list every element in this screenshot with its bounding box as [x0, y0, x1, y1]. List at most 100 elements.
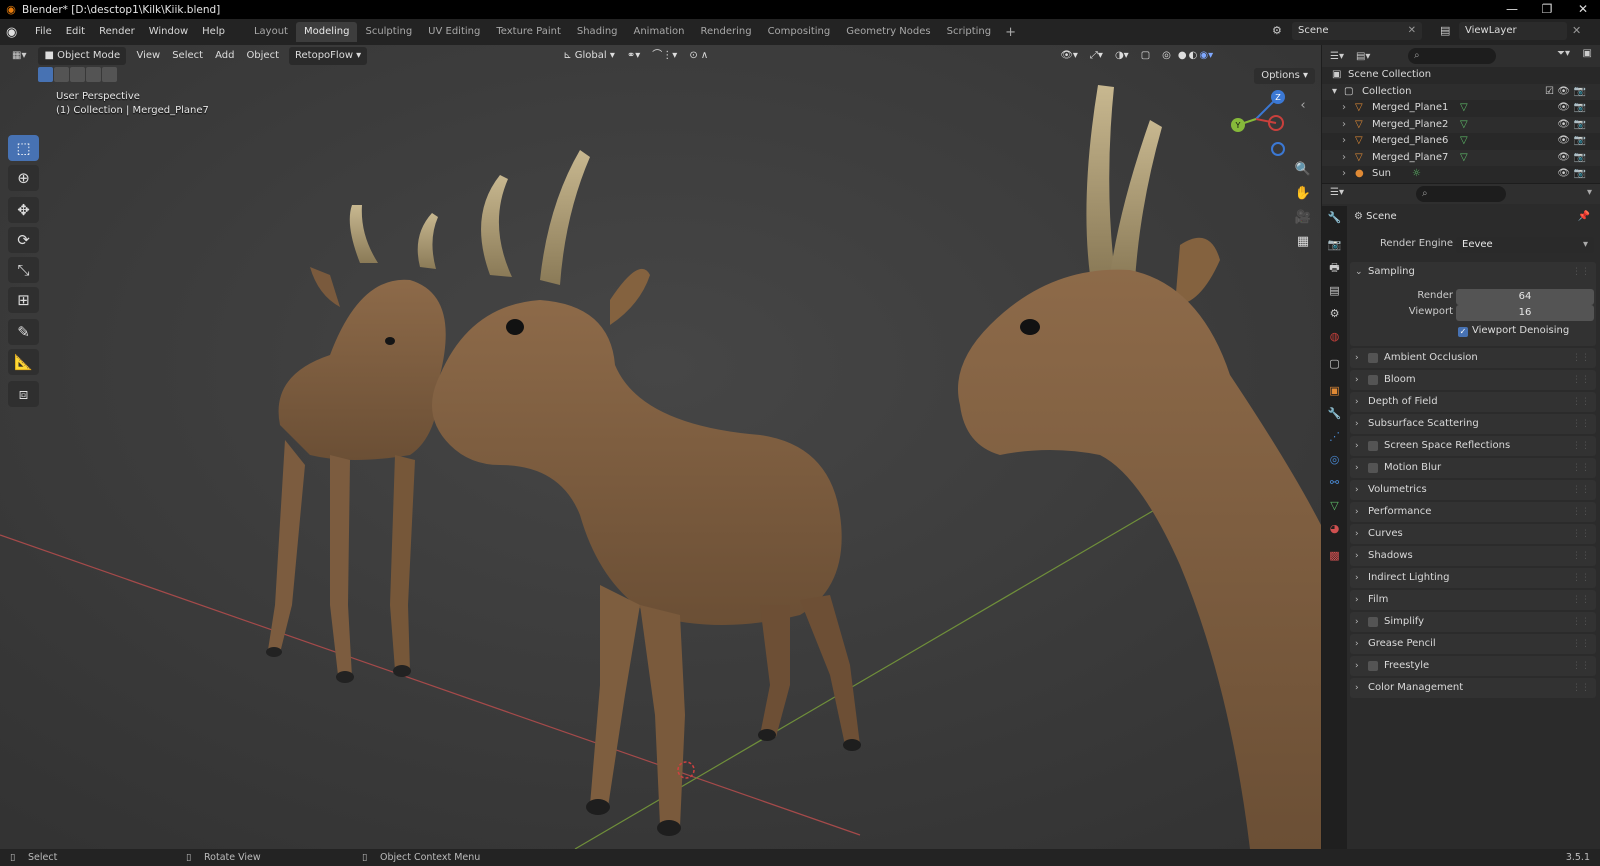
tab-shading[interactable]: Shading [569, 22, 626, 42]
panel-enable-checkbox[interactable] [1368, 441, 1378, 451]
tab-modeling[interactable]: Modeling [295, 22, 358, 42]
shading-wireframe-icon[interactable]: ◎ [1156, 47, 1177, 65]
outliner-editor-icon[interactable]: ☰▾ [1330, 51, 1344, 62]
exclude-checkbox-icon[interactable]: ☑ [1545, 84, 1554, 100]
panel-motion-blur[interactable]: › Motion Blur ⋮⋮ [1350, 458, 1596, 478]
tab-geometry-nodes[interactable]: Geometry Nodes [838, 22, 938, 42]
panel-grease-pencil[interactable]: › Grease Pencil ⋮⋮ [1350, 634, 1596, 654]
shading-rendered-icon[interactable]: ◉▾ [1198, 47, 1214, 65]
drag-grip-icon[interactable]: ⋮⋮ [1572, 634, 1590, 654]
constraints-tab-icon[interactable]: ⚯ [1322, 471, 1347, 494]
scene-tab-icon[interactable]: ⚙ [1322, 302, 1347, 325]
menu-window[interactable]: Window [142, 19, 195, 45]
drag-grip-icon[interactable]: ⋮⋮ [1572, 678, 1590, 698]
close-icon[interactable]: ✕ [1566, 0, 1600, 19]
display-mode-icon[interactable]: ▤▾ [1356, 51, 1370, 62]
zoom-icon[interactable]: 🔍 [1292, 159, 1314, 181]
scene-selector-icon[interactable]: ⚙ [1272, 24, 1282, 37]
visibility-icon[interactable]: 👁▾ [1054, 47, 1084, 65]
select-difference-icon[interactable] [86, 67, 101, 82]
modifier-tab-icon[interactable]: 🔧 [1322, 402, 1347, 425]
render-camera-icon[interactable]: 📷 [1574, 84, 1586, 100]
options-button[interactable]: Options ▾ [1254, 68, 1315, 84]
material-tab-icon[interactable]: ◕ [1322, 517, 1347, 540]
panel-enable-checkbox[interactable] [1368, 463, 1378, 473]
panel-enable-checkbox[interactable] [1368, 375, 1378, 385]
expand-chevron-icon[interactable]: › [1342, 166, 1346, 182]
data-tab-icon[interactable]: ▽ [1322, 494, 1347, 517]
panel-subsurface-scattering[interactable]: › Subsurface Scattering ⋮⋮ [1350, 414, 1596, 434]
add-menu[interactable]: Add [209, 47, 240, 65]
expand-chevron-icon[interactable]: › [1342, 133, 1346, 149]
panel-screen-space-reflections[interactable]: › Screen Space Reflections ⋮⋮ [1350, 436, 1596, 456]
drag-grip-icon[interactable]: ⋮⋮ [1572, 590, 1590, 610]
render-camera-icon[interactable]: 📷 [1574, 166, 1586, 182]
drag-grip-icon[interactable]: ⋮⋮ [1572, 524, 1590, 544]
panel-shadows[interactable]: › Shadows ⋮⋮ [1350, 546, 1596, 566]
tab-animation[interactable]: Animation [626, 22, 693, 42]
viewlayer-field[interactable]: ViewLayer [1459, 22, 1567, 40]
tab-uv-editing[interactable]: UV Editing [420, 22, 488, 42]
panel-curves[interactable]: › Curves ⋮⋮ [1350, 524, 1596, 544]
outliner-row-object[interactable]: › ▽ Merged_Plane2 ▽ 👁 📷 [1322, 116, 1600, 133]
panel-bloom[interactable]: › Bloom ⋮⋮ [1350, 370, 1596, 390]
select-new-icon[interactable] [38, 67, 53, 82]
expand-chevron-icon[interactable]: › [1342, 117, 1346, 133]
overlays-icon[interactable]: ◑▾ [1109, 47, 1135, 65]
tab-layout[interactable]: Layout [246, 22, 296, 42]
panel-enable-checkbox[interactable] [1368, 617, 1378, 627]
filter-icon[interactable]: ⏷▾ [1557, 48, 1570, 59]
viewlayer-close-icon[interactable]: ✕ [1572, 24, 1581, 37]
outliner-row-scene-collection[interactable]: ▣ Scene Collection [1322, 67, 1600, 84]
menu-edit[interactable]: Edit [59, 19, 92, 45]
outliner-row-object-active[interactable]: › ▽ Merged_Plane7 ▽ 👁 📷 [1322, 149, 1600, 166]
eye-icon[interactable]: 👁 [1557, 150, 1570, 166]
transform-orientation-dropdown[interactable]: ⊾ Global ▾ [557, 47, 621, 65]
render-engine-dropdown[interactable]: Eevee ▾ [1456, 237, 1594, 253]
drag-grip-icon[interactable]: ⋮⋮ [1572, 458, 1590, 478]
drag-grip-icon[interactable]: ⋮⋮ [1572, 348, 1590, 368]
drag-grip-icon[interactable]: ⋮⋮ [1572, 392, 1590, 412]
menu-render[interactable]: Render [92, 19, 142, 45]
annotate-tool-icon[interactable]: ✎ [8, 319, 39, 345]
render-camera-icon[interactable]: 📷 [1574, 150, 1586, 166]
eye-icon[interactable]: 👁 [1557, 117, 1570, 133]
collection-tab-icon[interactable]: ▢ [1322, 352, 1347, 375]
scale-tool-icon[interactable]: ⤡ [8, 257, 39, 283]
rotate-tool-icon[interactable]: ⟳ [8, 227, 39, 253]
eye-icon[interactable]: 👁 [1557, 166, 1570, 182]
select-intersect-icon[interactable] [102, 67, 117, 82]
camera-view-icon[interactable]: 🎥 [1292, 207, 1314, 229]
pan-hand-icon[interactable]: ✋ [1292, 183, 1314, 205]
xray-icon[interactable]: ▢ [1135, 47, 1156, 65]
3d-viewport[interactable]: ▦▾ ■ Object Mode ▾ View Select Add Objec… [0, 45, 1321, 849]
view-layer-tab-icon[interactable]: ▤ [1322, 279, 1347, 302]
drag-grip-icon[interactable]: ⋮⋮ [1572, 262, 1590, 282]
object-tab-icon[interactable]: ▣ [1322, 379, 1347, 402]
object-menu[interactable]: Object [240, 47, 285, 65]
panel-color-management[interactable]: › Color Management ⋮⋮ [1350, 678, 1596, 698]
physics-tab-icon[interactable]: ◎ [1322, 448, 1347, 471]
drag-grip-icon[interactable]: ⋮⋮ [1572, 568, 1590, 588]
menu-help[interactable]: Help [195, 19, 232, 45]
shading-material-icon[interactable]: ◐ [1188, 47, 1199, 65]
panel-enable-checkbox[interactable] [1368, 661, 1378, 671]
cursor-tool-icon[interactable]: ⊕ [8, 165, 39, 191]
tool-tab-icon[interactable]: 🔧 [1322, 206, 1347, 229]
measure-tool-icon[interactable]: 📐 [8, 349, 39, 375]
minimize-icon[interactable]: — [1495, 0, 1529, 19]
panel-volumetrics[interactable]: › Volumetrics ⋮⋮ [1350, 480, 1596, 500]
panel-enable-checkbox[interactable] [1368, 353, 1378, 363]
tab-texture-paint[interactable]: Texture Paint [488, 22, 569, 42]
outliner-row-collection[interactable]: ▾ ▢ Collection ☑ 👁 📷 [1322, 83, 1600, 100]
panel-simplify[interactable]: › Simplify ⋮⋮ [1350, 612, 1596, 632]
restore-icon[interactable]: ❐ [1530, 0, 1564, 19]
tab-compositing[interactable]: Compositing [760, 22, 839, 42]
mode-dropdown[interactable]: ■ Object Mode ▾ [38, 47, 127, 79]
retopoflow-menu[interactable]: RetopoFlow ▾ [289, 47, 368, 65]
options-chevron-icon[interactable]: ▾ [1587, 187, 1592, 198]
sidebar-toggle-icon[interactable]: ‹ [1292, 95, 1314, 117]
texture-tab-icon[interactable]: ▩ [1322, 544, 1347, 567]
view-menu[interactable]: View [130, 47, 166, 65]
drag-grip-icon[interactable]: ⋮⋮ [1572, 436, 1590, 456]
